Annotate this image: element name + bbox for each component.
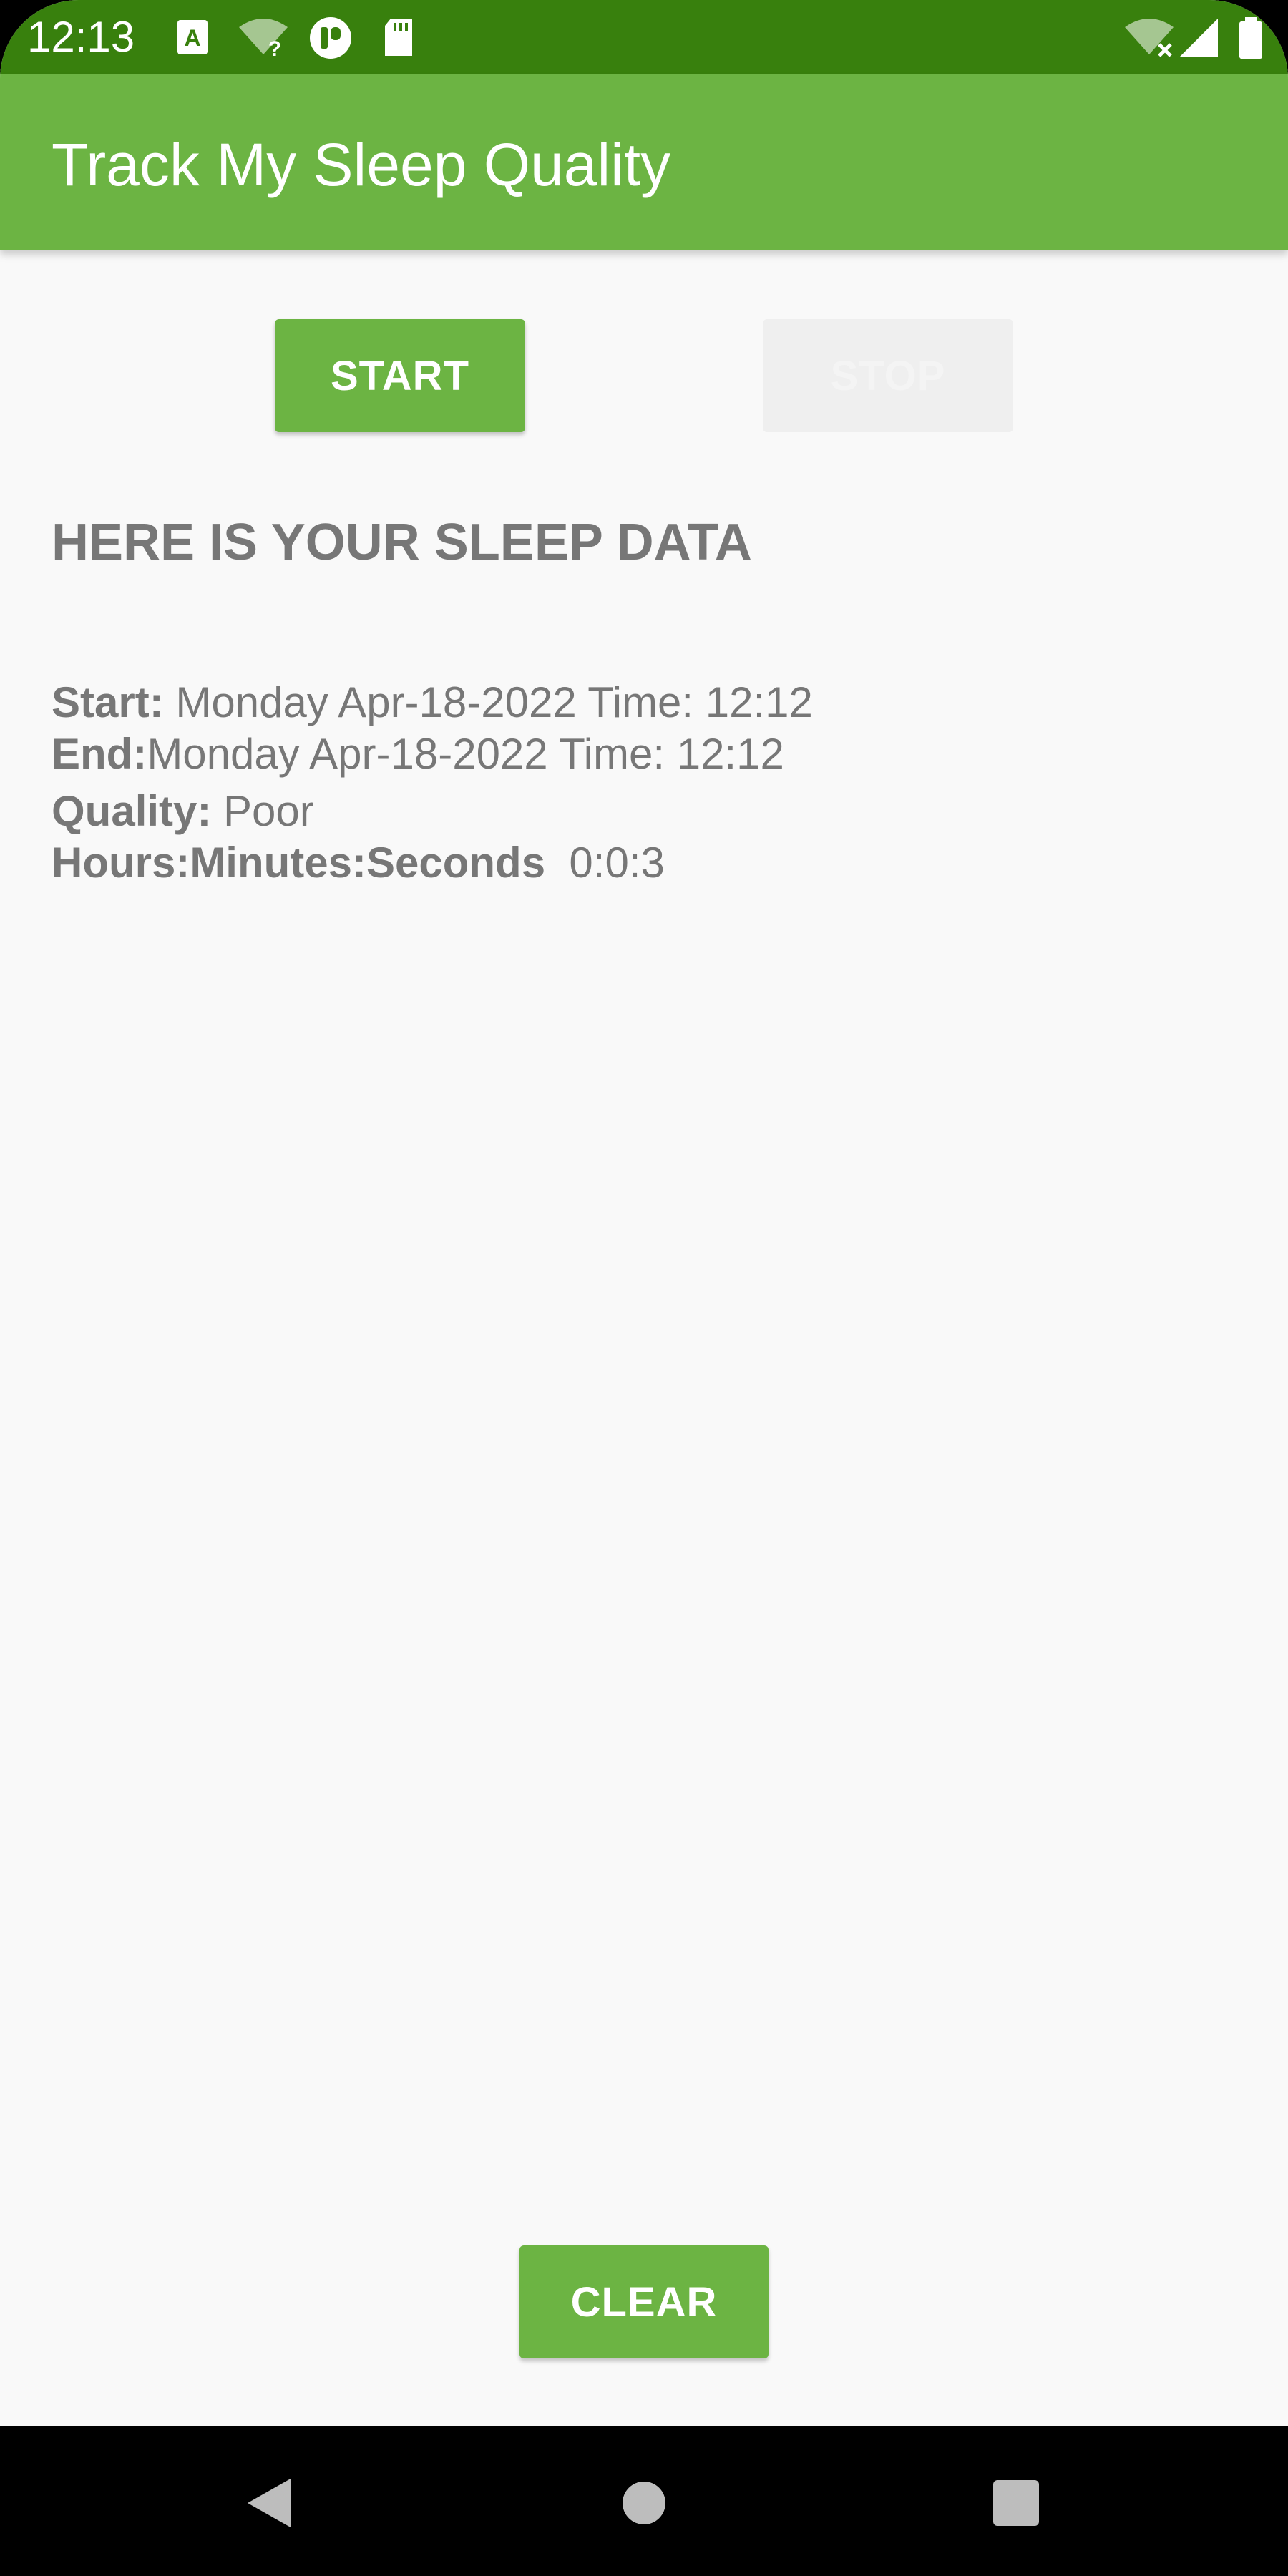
stop-button[interactable]: STOP [763,319,1013,432]
quality-row: Quality: Poor [52,784,314,839]
duration-row: Hours:Minutes:Seconds 0:0:3 [52,836,665,890]
recents-icon[interactable] [982,2469,1050,2537]
cellular-signal-icon [1178,16,1219,60]
end-value: Monday Apr-18-2022 Time: 12:12 [147,730,784,778]
a-notification-icon: A [176,16,209,60]
wifi-question-icon: ? [238,16,289,61]
status-bar: 12:13 A ? [0,0,1288,74]
start-time-row: Start: Monday Apr-18-2022 Time: 12:12 [52,675,813,730]
quality-value: Poor [223,787,314,835]
quality-label: Quality: [52,787,212,835]
duration-label: Hours:Minutes:Seconds [52,839,546,887]
wifi-off-icon [1123,16,1176,60]
start-button[interactable]: START [275,319,525,432]
battery-icon [1236,16,1265,60]
app-bar: Track My Sleep Quality [0,74,1288,250]
app-title: Track My Sleep Quality [52,131,671,198]
circle-app-icon [308,16,353,60]
end-label: End: [52,730,147,778]
end-time-row: End:Monday Apr-18-2022 Time: 12:12 [52,727,784,781]
app-screen: 12:13 A ? Track My Sleep Quality START S… [0,0,1288,2576]
svg-text:A: A [184,25,200,51]
navigation-bar [0,2426,1288,2576]
sleep-data-heading: HERE IS YOUR SLEEP DATA [52,514,752,571]
sd-card-icon [382,16,415,60]
start-value: Monday Apr-18-2022 Time: 12:12 [175,678,813,726]
clear-button[interactable]: CLEAR [519,2245,769,2358]
back-icon[interactable] [236,2469,305,2537]
home-icon[interactable] [610,2469,678,2537]
status-time: 12:13 [27,13,135,61]
duration-value: 0:0:3 [569,839,665,887]
start-label: Start: [52,678,164,726]
svg-text:?: ? [268,37,281,60]
